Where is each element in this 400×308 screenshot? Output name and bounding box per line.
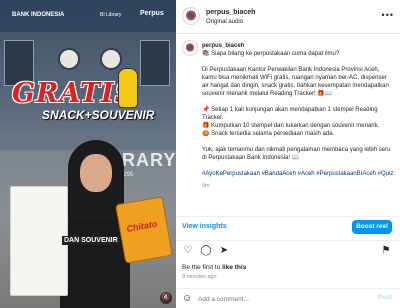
promo-headline: GRATIS [12, 78, 136, 109]
media-logo-bar: BANK INDONESIA BI Library Perpus [0, 0, 176, 32]
caption-username[interactable]: perpus_biaceh [202, 43, 244, 49]
wall-clock [100, 48, 122, 70]
souvenir-bag [10, 186, 68, 296]
perpus-logo: Perpus [140, 10, 164, 17]
likes-prefix: Be the first to [182, 264, 223, 271]
face [80, 154, 112, 192]
post-caption: perpus_biaceh 📚 Siapa bilang ke perpusta… [202, 42, 394, 198]
snack-bag: Chitato [115, 196, 173, 264]
comment-icon[interactable]: ◯ [200, 245, 212, 257]
comment-input[interactable] [198, 293, 358, 305]
insights-bar: View insights Boost reel [176, 216, 400, 236]
more-horizontal-icon[interactable]: ••• [382, 10, 394, 20]
caption-hashtags[interactable]: #AyoKePerpustakaan #BandaAceh #Aceh #Per… [202, 170, 394, 178]
wall-clock [58, 48, 80, 70]
caption-avatar[interactable] [182, 40, 198, 56]
original-audio-link[interactable]: Original audio [206, 19, 243, 25]
library-logo: BI Library [100, 12, 122, 18]
reel-video[interactable]: BANK INDONESIA BI Library Perpus LIBRARY… [0, 0, 176, 308]
avatar-image [185, 10, 197, 22]
post-header: perpus_biaceh Original audio ••• [176, 0, 400, 34]
caption-paragraph: Di Perpustakaan Kantor Perwakilan Bank I… [202, 67, 389, 97]
post-panel: perpus_biaceh Original audio ••• perpus_… [176, 0, 400, 308]
caption-paragraph: Yuk, ajak temanmu dan nikmati pengalaman… [202, 147, 391, 161]
avatar[interactable] [182, 7, 200, 25]
likes-summary: Be the first to like this [182, 264, 246, 271]
comment-bar: ☺ Post [176, 288, 400, 308]
emoji-smile-icon[interactable]: ☺ [182, 293, 194, 305]
video-subtitle: DAN SOUVENIR [62, 236, 120, 245]
post-comment-button[interactable]: Post [378, 294, 392, 301]
bookmark-icon[interactable]: ⚑ [380, 245, 392, 257]
avatar-image [185, 43, 195, 53]
window [140, 40, 170, 86]
caption-paragraph: 📌 Setiap 1 kali kunjungan akan mendapatk… [202, 107, 380, 137]
view-insights-link[interactable]: View insights [182, 223, 227, 230]
caption-line1: 📚 Siapa bilang ke perpustakaan cuma dapa… [202, 51, 340, 57]
like-this-link[interactable]: like this [222, 264, 246, 271]
speaker-mute-icon[interactable]: 🔇 [160, 292, 172, 304]
heart-icon[interactable]: ♡ [182, 245, 194, 257]
post-time: 9 minutes ago [182, 274, 217, 280]
action-bar: ♡ ◯ ➤ ⚑ [176, 240, 400, 258]
caption-timestamp: 9m [202, 183, 210, 189]
boost-reel-button[interactable]: Boost reel [352, 220, 392, 234]
bank-indonesia-logo: BANK INDONESIA [12, 12, 65, 18]
promo-subheadline: SNACK+SOUVENIR [42, 108, 155, 122]
chips-brand-label: Chitato [125, 218, 158, 234]
mascot-figure [118, 68, 138, 108]
send-icon[interactable]: ➤ [218, 245, 230, 257]
header-username[interactable]: perpus_biaceh [206, 9, 255, 16]
